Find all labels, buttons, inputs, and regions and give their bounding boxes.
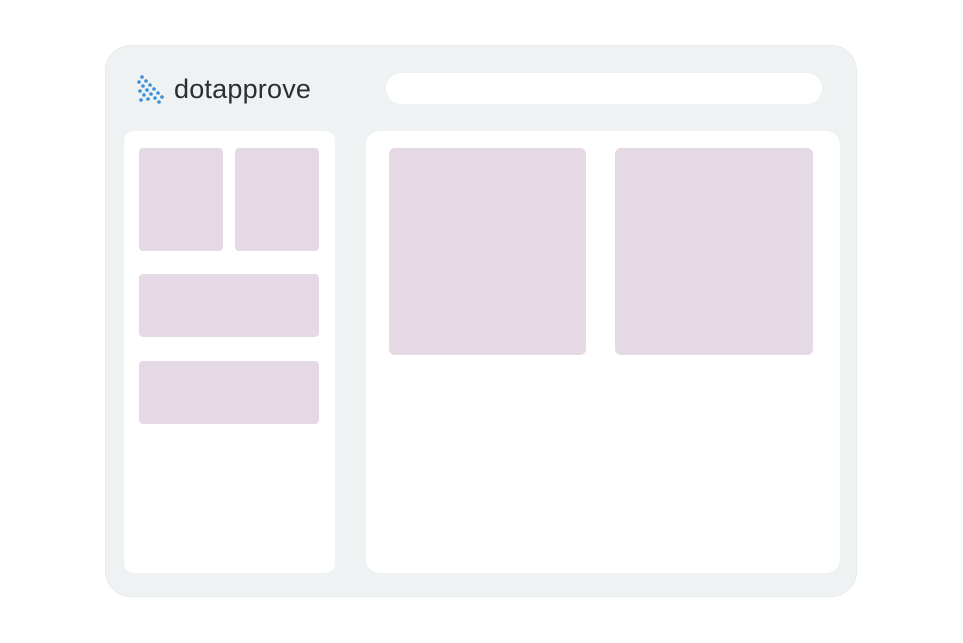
- logo[interactable]: dotapprove: [136, 72, 311, 106]
- sidebar-tile[interactable]: [139, 148, 223, 251]
- sidebar-tile[interactable]: [235, 148, 319, 251]
- content-card[interactable]: [389, 148, 586, 355]
- sidebar-block[interactable]: [139, 274, 319, 337]
- dotapprove-dots-icon: [137, 75, 164, 104]
- main-panel: [366, 131, 840, 573]
- sidebar-panel: [124, 131, 335, 573]
- sidebar-block[interactable]: [139, 361, 319, 424]
- search-input[interactable]: [386, 73, 822, 104]
- logo-text: dotapprove: [174, 73, 312, 104]
- app-window: dotapprove: [105, 45, 857, 597]
- content-card[interactable]: [615, 148, 813, 355]
